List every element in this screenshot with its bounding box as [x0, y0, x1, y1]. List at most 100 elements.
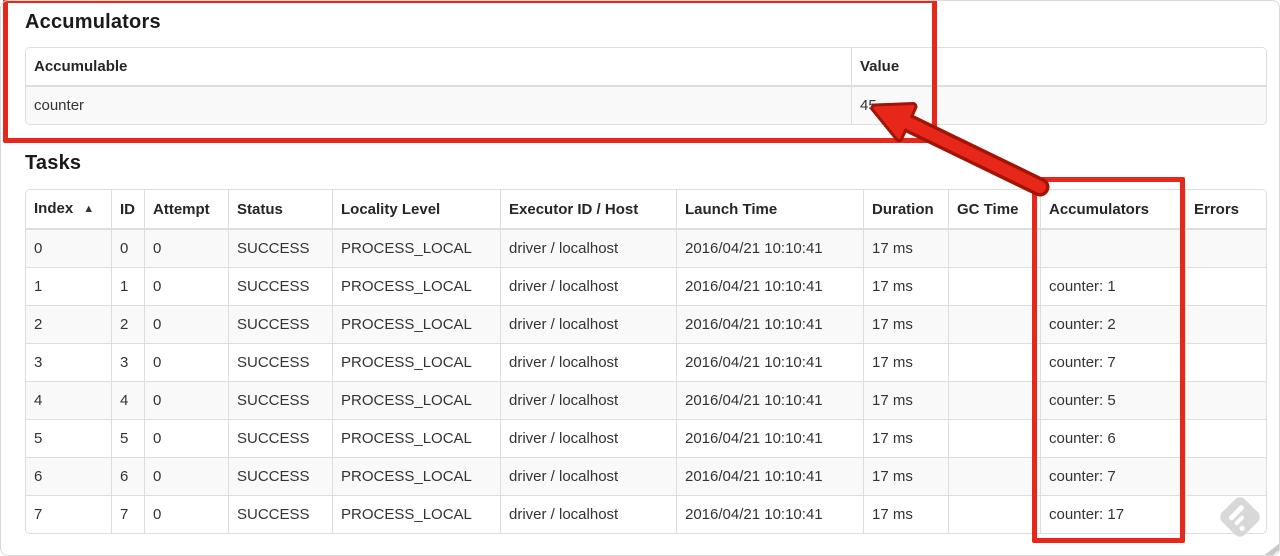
accumulators-section-heading: Accumulators: [25, 11, 161, 33]
table-cell: [949, 306, 1041, 344]
table-cell: driver / localhost: [501, 230, 677, 268]
col-header-index[interactable]: Index ▲: [26, 190, 112, 230]
table-cell: 1: [112, 268, 145, 306]
table-cell: SUCCESS: [229, 306, 333, 344]
table-cell: driver / localhost: [501, 268, 677, 306]
table-cell: driver / localhost: [501, 382, 677, 420]
table-cell: 0: [145, 382, 229, 420]
accumulators-table-body: counter 45: [26, 87, 1266, 124]
table-cell: 17 ms: [864, 382, 949, 420]
table-cell: 0: [145, 496, 229, 533]
table-cell: 17 ms: [864, 420, 949, 458]
table-cell: SUCCESS: [229, 268, 333, 306]
col-header-index-label: Index: [34, 200, 74, 217]
col-header-launch-time[interactable]: Launch Time: [677, 190, 864, 230]
col-header-gc-time[interactable]: GC Time: [949, 190, 1041, 230]
table-cell: counter: 2: [1041, 306, 1186, 344]
tasks-section-heading: Tasks: [25, 152, 82, 174]
table-cell: [949, 496, 1041, 533]
table-cell: 0: [145, 420, 229, 458]
col-header-errors[interactable]: Errors: [1186, 190, 1266, 230]
table-cell: 2016/04/21 10:10:41: [677, 382, 864, 420]
table-cell: SUCCESS: [229, 458, 333, 496]
table-row: 5 5 0 SUCCESS PROCESS_LOCAL driver / localhos…: [26, 420, 1266, 458]
table-cell: 2016/04/21 10:10:41: [677, 420, 864, 458]
col-header-id[interactable]: ID: [112, 190, 145, 230]
table-cell: counter: 5: [1041, 382, 1186, 420]
col-header-value[interactable]: Value: [852, 48, 1266, 87]
table-cell: PROCESS_LOCAL: [333, 420, 501, 458]
table-cell: [949, 382, 1041, 420]
table-cell: 0: [112, 230, 145, 268]
table-cell: [949, 344, 1041, 382]
table-row: counter 45: [26, 87, 1266, 124]
table-cell: 17 ms: [864, 496, 949, 533]
table-cell: 17 ms: [864, 268, 949, 306]
table-cell: driver / localhost: [501, 458, 677, 496]
table-cell: [949, 230, 1041, 268]
table-cell: SUCCESS: [229, 496, 333, 533]
table-cell: PROCESS_LOCAL: [333, 306, 501, 344]
col-header-accumulators[interactable]: Accumulators: [1041, 190, 1186, 230]
table-cell: driver / localhost: [501, 306, 677, 344]
table-cell: [1186, 420, 1266, 458]
table-cell: 17 ms: [864, 344, 949, 382]
table-cell: PROCESS_LOCAL: [333, 230, 501, 268]
accumulators-table-wrap: Accumulable Value counter 45: [25, 47, 1267, 125]
table-cell: PROCESS_LOCAL: [333, 268, 501, 306]
table-cell: [1186, 230, 1266, 268]
table-cell: 0: [145, 230, 229, 268]
table-cell: driver / localhost: [501, 420, 677, 458]
table-cell: 7: [112, 496, 145, 533]
table-cell: PROCESS_LOCAL: [333, 496, 501, 533]
accumulators-table: Accumulable Value counter 45: [26, 48, 1266, 124]
table-cell: [1186, 306, 1266, 344]
table-row: 4 4 0 SUCCESS PROCESS_LOCAL driver / localhos…: [26, 382, 1266, 420]
table-cell: counter: 17: [1041, 496, 1186, 533]
table-cell: [1186, 344, 1266, 382]
sort-ascending-icon: ▲: [83, 203, 95, 215]
corner-artifact-line: [1264, 537, 1280, 556]
col-header-executor-id-host[interactable]: Executor ID / Host: [501, 190, 677, 230]
table-cell: 6: [112, 458, 145, 496]
table-cell: SUCCESS: [229, 420, 333, 458]
tasks-table: Index ▲ ID Attempt Status Locality Level …: [26, 190, 1266, 533]
table-cell: 6: [26, 458, 112, 496]
table-cell: 2016/04/21 10:10:41: [677, 458, 864, 496]
table-cell: counter: 7: [1041, 344, 1186, 382]
table-row: 1 1 0 SUCCESS PROCESS_LOCAL driver / localhos…: [26, 268, 1266, 306]
table-cell: counter: 7: [1041, 458, 1186, 496]
table-row: 3 3 0 SUCCESS PROCESS_LOCAL driver / localhos…: [26, 344, 1266, 382]
table-cell: 17 ms: [864, 230, 949, 268]
table-cell: 2: [26, 306, 112, 344]
table-cell: 0: [26, 230, 112, 268]
table-cell: [1041, 230, 1186, 268]
table-cell: 2016/04/21 10:10:41: [677, 306, 864, 344]
col-header-duration[interactable]: Duration: [864, 190, 949, 230]
table-cell: 2: [112, 306, 145, 344]
table-cell: 2016/04/21 10:10:41: [677, 230, 864, 268]
table-cell: 17 ms: [864, 306, 949, 344]
col-header-locality-level[interactable]: Locality Level: [333, 190, 501, 230]
col-header-status[interactable]: Status: [229, 190, 333, 230]
table-row: 7 7 0 SUCCESS PROCESS_LOCAL driver / localhos…: [26, 496, 1266, 533]
table-cell: [1186, 382, 1266, 420]
table-cell: [949, 458, 1041, 496]
table-cell: 4: [112, 382, 145, 420]
table-cell: 0: [145, 306, 229, 344]
table-cell: driver / localhost: [501, 496, 677, 533]
col-header-accumulable[interactable]: Accumulable: [26, 48, 852, 87]
table-row: 6 6 0 SUCCESS PROCESS_LOCAL driver / localhos…: [26, 458, 1266, 496]
accumulators-header-row: Accumulable Value: [26, 48, 1266, 87]
table-cell: 3: [112, 344, 145, 382]
table-cell: 5: [112, 420, 145, 458]
table-cell: 0: [145, 458, 229, 496]
table-cell: PROCESS_LOCAL: [333, 344, 501, 382]
table-cell: [949, 268, 1041, 306]
table-row: 0 0 0 SUCCESS PROCESS_LOCAL driver / localhos…: [26, 230, 1266, 268]
table-cell: [1186, 458, 1266, 496]
col-header-attempt[interactable]: Attempt: [145, 190, 229, 230]
table-cell: counter: 6: [1041, 420, 1186, 458]
table-cell: 2016/04/21 10:10:41: [677, 344, 864, 382]
table-cell: PROCESS_LOCAL: [333, 382, 501, 420]
